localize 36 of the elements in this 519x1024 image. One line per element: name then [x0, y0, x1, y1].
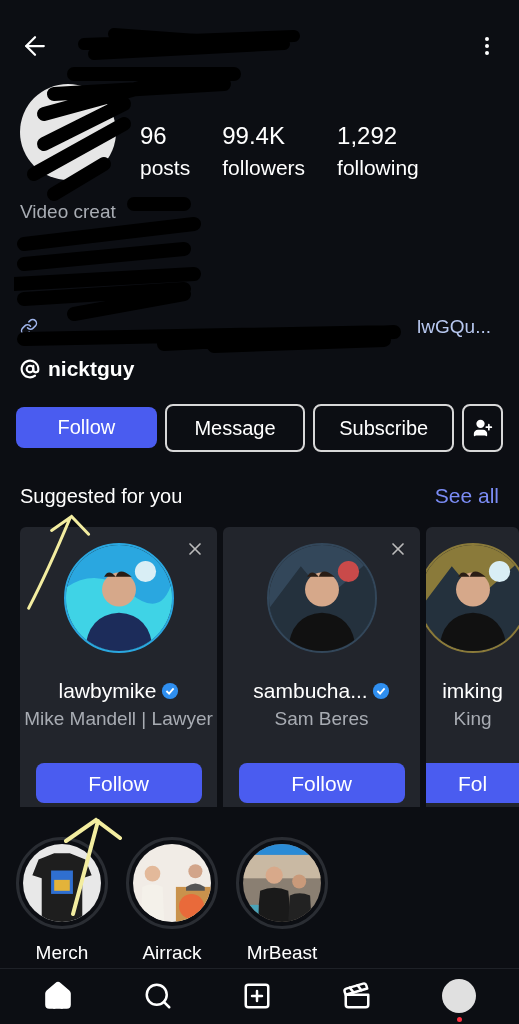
add-person-icon [472, 417, 493, 438]
section-title: Suggested for you [20, 483, 183, 509]
card-subtitle: Mike Mandell | Lawyer [23, 706, 214, 731]
card-subtitle: King [452, 706, 493, 731]
action-button[interactable]: Message [164, 403, 306, 452]
home-icon[interactable] [42, 981, 73, 1012]
profile-tab[interactable] [442, 978, 477, 1022]
highlight-label[interactable]: Airrack [142, 939, 202, 968]
stat-label: followers [222, 155, 306, 182]
highlight-ring[interactable] [16, 837, 108, 930]
bio-category: Video creat [20, 200, 117, 225]
stat-count: 1,292 [337, 122, 398, 151]
card-username[interactable]: sambucha... [253, 675, 368, 707]
action-button[interactable]: Subscribe [313, 403, 455, 452]
stat-label: following [337, 155, 419, 182]
create-icon[interactable] [242, 981, 273, 1012]
stat-count: 96 [140, 122, 167, 151]
reels-icon[interactable] [342, 981, 373, 1012]
highlight-ring[interactable] [236, 837, 328, 930]
card-subtitle: Sam Beres [273, 706, 370, 731]
card-follow-button[interactable]: Follow [35, 763, 202, 804]
highlight-label[interactable]: MrBeast [246, 939, 318, 968]
add-person-button[interactable] [462, 403, 503, 452]
highlight-ring[interactable] [126, 837, 218, 930]
threads-handle[interactable]: nicktguy [48, 353, 135, 385]
highlight-label[interactable]: Merch [35, 939, 89, 968]
threads-icon [20, 359, 40, 380]
bio-link[interactable]: lwGQu... [417, 312, 491, 342]
card-follow-button[interactable]: Follow [238, 763, 405, 804]
follow-button[interactable]: Follow [16, 406, 157, 448]
stat-count: 99.4K [222, 122, 285, 151]
card-username[interactable]: imking [442, 675, 503, 707]
see-all-link[interactable]: See all [434, 479, 499, 512]
card-username[interactable]: lawbymike [58, 675, 157, 707]
stat-label: posts [140, 155, 191, 182]
card-follow-button[interactable]: Fol [426, 763, 519, 804]
